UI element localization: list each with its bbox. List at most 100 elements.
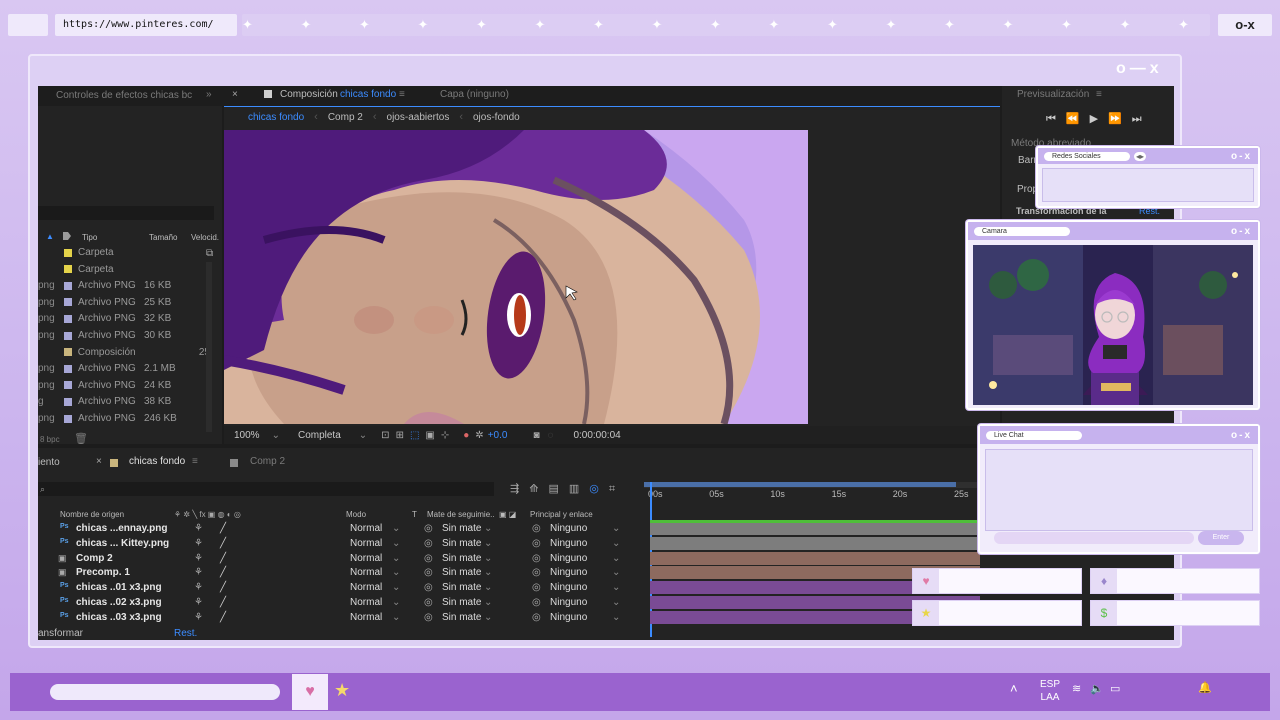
shy-icon[interactable]: ⚘ bbox=[194, 523, 203, 534]
layer-row[interactable]: Ps chicas ...ennay.png ⚘ ╱ Normal ⌄ ◎ Sin mate ⌄… bbox=[56, 522, 656, 537]
volume-icon[interactable]: 🔈 bbox=[1090, 682, 1104, 695]
chevron-down-icon[interactable]: ⌄ bbox=[484, 582, 492, 593]
parent-dropdown[interactable]: Ninguno bbox=[550, 538, 587, 549]
chevron-down-icon[interactable]: ⌄ bbox=[392, 523, 400, 534]
timeline-tab-second[interactable]: Comp 2 bbox=[250, 456, 285, 467]
timeline-menu-icon[interactable]: ≡ bbox=[192, 456, 198, 467]
matte-icons[interactable]: ▣ ◪ bbox=[499, 510, 516, 519]
draft-3d-icon[interactable]: ⟰ bbox=[529, 483, 548, 495]
track-matte-dropdown[interactable]: Sin mate bbox=[442, 612, 481, 623]
wifi-icon[interactable]: ≋ bbox=[1072, 682, 1081, 695]
parent-dropdown[interactable]: Ninguno bbox=[550, 567, 587, 578]
preview-menu-icon[interactable]: ≡ bbox=[1096, 89, 1102, 100]
col-speed[interactable]: Velocid. bbox=[191, 233, 219, 242]
chevron-down-icon[interactable]: ⌄ bbox=[392, 582, 400, 593]
project-row[interactable]: png Archivo PNG 16 KB bbox=[38, 277, 210, 294]
layer-row[interactable]: Ps chicas ..03 x3.png ⚘ ╱ Normal ⌄ ◎ Sin mate ⌄ ◎… bbox=[56, 611, 656, 626]
reset-exposure-icon[interactable]: ✲ bbox=[475, 430, 483, 441]
layer-name[interactable]: Precomp. 1 bbox=[76, 567, 130, 578]
graph-editor-icon[interactable]: ⌗ bbox=[609, 483, 625, 495]
track-matte-dropdown[interactable]: Sin mate bbox=[442, 523, 481, 534]
mode-dropdown[interactable]: Normal bbox=[350, 567, 382, 578]
track-matte-dropdown[interactable]: Sin mate bbox=[442, 538, 481, 549]
shy-icon[interactable]: ⚘ bbox=[194, 597, 203, 608]
chevron-down-icon[interactable]: ⌄ bbox=[392, 597, 400, 608]
layer-row[interactable]: Ps chicas ..02 x3.png ⚘ ╱ Normal ⌄ ◎ Sin mate ⌄ ◎… bbox=[56, 596, 656, 611]
battery-icon[interactable]: ▭ bbox=[1110, 682, 1120, 695]
heart-icon[interactable]: ♥ bbox=[292, 674, 328, 710]
switches-icon[interactable]: ⚘ ✲ ╲ fx ▣ ◍ ◐ ◎ bbox=[174, 510, 241, 519]
layer-duration-bar[interactable] bbox=[650, 551, 980, 565]
chevron-down-icon[interactable]: ⌄ bbox=[359, 430, 367, 441]
close-tab-icon[interactable]: × bbox=[232, 89, 238, 100]
layer-duration-bar[interactable] bbox=[650, 522, 980, 535]
parent-dropdown[interactable]: Ninguno bbox=[550, 553, 587, 564]
chevron-down-icon[interactable]: ⌄ bbox=[612, 567, 620, 578]
url-bar[interactable]: https://www.pinteres.com/ bbox=[55, 14, 237, 36]
notification-bell-icon[interactable]: 🔔 bbox=[1198, 681, 1212, 694]
parent-dropdown[interactable]: Ninguno bbox=[550, 597, 587, 608]
show-snapshot-icon[interactable]: ◌ bbox=[547, 430, 553, 441]
layer-tab[interactable]: Capa (ninguno) bbox=[440, 89, 509, 100]
chevron-down-icon[interactable]: ⌄ bbox=[484, 567, 492, 578]
mode-dropdown[interactable]: Normal bbox=[350, 553, 382, 564]
chevron-down-icon[interactable]: ⌄ bbox=[484, 538, 492, 549]
panel-menu-icon[interactable]: » bbox=[206, 89, 212, 100]
frame-blend-icon[interactable]: ▥ bbox=[569, 483, 589, 495]
mode-dropdown[interactable]: Normal bbox=[350, 523, 382, 534]
transparency-grid-icon[interactable]: ⊞ bbox=[396, 430, 404, 441]
quality-slash-icon[interactable]: ╱ bbox=[220, 523, 226, 534]
nav-arrows-icon[interactable]: ◂▸ bbox=[1134, 151, 1147, 161]
zoom-dropdown[interactable]: 100% bbox=[234, 430, 260, 441]
shy-icon[interactable]: ⚘ bbox=[194, 582, 203, 593]
parent-pickwhip-icon[interactable]: ◎ bbox=[532, 523, 541, 534]
main-window-controls[interactable]: o—x bbox=[1116, 60, 1163, 78]
project-scrollbar[interactable] bbox=[206, 262, 212, 432]
chevron-down-icon[interactable]: ⌄ bbox=[392, 567, 400, 578]
chevron-down-icon[interactable]: ⌄ bbox=[484, 597, 492, 608]
chevron-down-icon[interactable]: ⌄ bbox=[484, 523, 492, 534]
exposure-value[interactable]: +0.0 bbox=[488, 430, 508, 441]
chevron-down-icon[interactable]: ⌄ bbox=[612, 553, 620, 564]
shy-icon[interactable]: ⚘ bbox=[194, 538, 203, 549]
comp-flowchart-icon[interactable]: ⇶ bbox=[510, 483, 529, 495]
layer-name[interactable]: Comp 2 bbox=[76, 553, 113, 564]
layer-name[interactable]: chicas ..03 x3.png bbox=[76, 612, 162, 623]
color-channels-icon[interactable]: ● bbox=[463, 430, 469, 441]
breadcrumb-item[interactable]: ojos-fondo bbox=[473, 112, 520, 123]
composition-viewer[interactable] bbox=[224, 130, 808, 424]
parent-pickwhip-icon[interactable]: ◎ bbox=[532, 553, 541, 564]
track-matte-dropdown[interactable]: Sin mate bbox=[442, 567, 481, 578]
mode-dropdown[interactable]: Normal bbox=[350, 582, 382, 593]
chevron-down-icon[interactable]: ⌄ bbox=[612, 538, 620, 549]
close-timeline-tab-icon[interactable]: × bbox=[96, 456, 102, 467]
social-window-controls[interactable]: o-x bbox=[1231, 151, 1252, 162]
chevron-down-icon[interactable]: ⌄ bbox=[612, 597, 620, 608]
quality-slash-icon[interactable]: ╱ bbox=[220, 582, 226, 593]
parent-pickwhip-icon[interactable]: ◎ bbox=[532, 567, 541, 578]
trash-icon[interactable]: 🗑 bbox=[74, 432, 88, 445]
mode-dropdown[interactable]: Normal bbox=[350, 538, 382, 549]
chevron-down-icon[interactable]: ⌄ bbox=[272, 430, 280, 441]
comp-tab-menu-icon[interactable]: ≡ bbox=[399, 89, 405, 100]
quality-slash-icon[interactable]: ╱ bbox=[220, 597, 226, 608]
layer-row[interactable]: Ps chicas ..01 x3.png ⚘ ╱ Normal ⌄ ◎ Sin mate ⌄ ◎… bbox=[56, 581, 656, 596]
quality-slash-icon[interactable]: ╱ bbox=[220, 553, 226, 564]
parent-pickwhip-icon[interactable]: ◎ bbox=[532, 612, 541, 623]
parent-pickwhip-icon[interactable]: ◎ bbox=[532, 538, 541, 549]
chevron-down-icon[interactable]: ⌄ bbox=[484, 553, 492, 564]
project-row[interactable]: png Archivo PNG 25 KB bbox=[38, 294, 210, 311]
taskbar-search[interactable] bbox=[50, 684, 280, 700]
pickwhip-icon[interactable]: ◎ bbox=[424, 582, 433, 593]
parent-dropdown[interactable]: Ninguno bbox=[550, 612, 587, 623]
mode-dropdown[interactable]: Normal bbox=[350, 612, 382, 623]
layer-name[interactable]: chicas ... Kittey.png bbox=[76, 538, 169, 549]
pickwhip-icon[interactable]: ◎ bbox=[424, 553, 433, 564]
track-matte-dropdown[interactable]: Sin mate bbox=[442, 553, 481, 564]
col-mode[interactable]: Modo bbox=[346, 510, 366, 519]
prev-frame-icon[interactable]: ⏪ bbox=[1066, 113, 1090, 125]
breadcrumb-item[interactable]: Comp 2 bbox=[328, 112, 363, 123]
work-area-range[interactable] bbox=[644, 482, 956, 487]
layer-name[interactable]: chicas ..01 x3.png bbox=[76, 582, 162, 593]
chevron-down-icon[interactable]: ⌄ bbox=[392, 553, 400, 564]
